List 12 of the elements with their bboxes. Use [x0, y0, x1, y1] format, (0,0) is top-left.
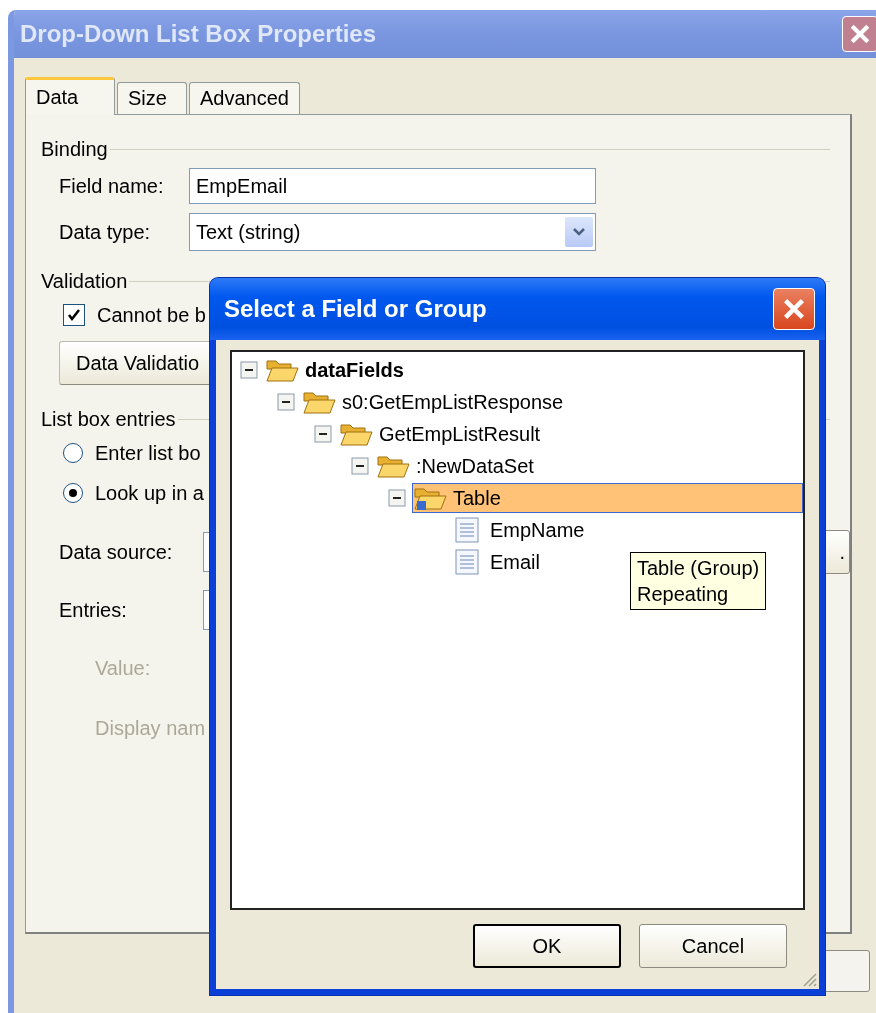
field-label: Entries:	[59, 598, 128, 622]
window-title: Drop-Down List Box Properties	[20, 20, 377, 48]
group-heading: List box entries	[41, 407, 176, 431]
dialog-title: Select a Field or Group	[224, 295, 487, 323]
field-label: Data source:	[59, 540, 174, 564]
group-heading: Binding	[41, 137, 108, 161]
field-label: Field name:	[59, 174, 165, 198]
field-label: Data type:	[59, 220, 152, 244]
tooltip: Table (Group) Repeating	[630, 552, 767, 610]
field-label: Value:	[95, 656, 152, 680]
field-label: Display nam	[95, 716, 207, 740]
group-heading: Validation	[41, 269, 128, 293]
